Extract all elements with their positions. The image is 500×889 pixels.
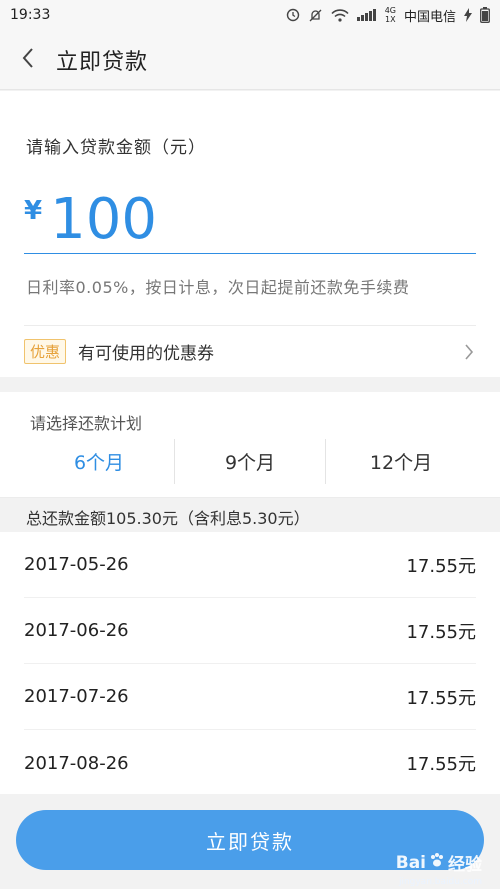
watermark-suffix: 经验: [448, 855, 482, 875]
tab-12-months[interactable]: 12个月: [325, 439, 476, 484]
loan-amount-input[interactable]: [50, 187, 451, 252]
amount-card: 请输入贷款金额（元） ¥ 日利率0.05%，按日计息，次日起提前还款免手续费 优…: [0, 91, 500, 377]
bottom-bar: 立即贷款 Bai 经验 jingyan.baidu.com: [0, 794, 500, 889]
wifi-icon: [331, 8, 349, 22]
schedule-amount: 17.55元: [406, 754, 476, 775]
back-button[interactable]: [0, 30, 56, 90]
status-icons: 4G 1X 中国电信: [286, 6, 490, 25]
mute-icon: [308, 8, 323, 23]
network-type-label: 4G 1X: [385, 6, 396, 24]
coupon-row[interactable]: 优惠 有可使用的优惠券: [24, 325, 476, 377]
schedule-amount: 17.55元: [406, 555, 476, 577]
network-type-bottom: 1X: [385, 15, 396, 24]
coupon-text: 有可使用的优惠券: [78, 344, 215, 364]
watermark-brand: Bai: [395, 852, 426, 873]
schedule-date: 2017-07-26: [24, 686, 129, 707]
chevron-left-icon: [21, 47, 35, 73]
tab-6-months[interactable]: 6个月: [24, 439, 174, 484]
schedule-date: 2017-05-26: [24, 554, 129, 575]
tab-9-months[interactable]: 9个月: [174, 439, 325, 484]
paw-icon: [429, 852, 445, 873]
amount-prompt: 请输入贷款金额（元）: [26, 138, 206, 158]
page-title: 立即贷款: [56, 49, 149, 75]
list-item: 2017-06-26 17.55元: [24, 598, 476, 664]
network-type-top: 4G: [384, 6, 396, 15]
watermark-url: jingyan.baidu.com: [398, 877, 482, 887]
schedule-amount: 17.55元: [406, 621, 476, 643]
plan-tabs: 6个月 9个月 12个月: [24, 439, 476, 484]
carrier-name: 中国电信: [403, 9, 456, 25]
baidu-watermark: Bai 经验: [395, 850, 482, 876]
battery-icon: [480, 7, 490, 23]
repayment-plan-card: 请选择还款计划 6个月 9个月 12个月: [0, 392, 500, 498]
interest-rate-text: 日利率0.05%，按日计息，次日起提前还款免手续费: [26, 278, 410, 297]
list-item: 2017-05-26 17.55元: [24, 532, 476, 598]
list-item: 2017-08-26 17.55元: [24, 730, 476, 796]
nav-bar: 立即贷款: [0, 30, 500, 90]
list-item: 2017-07-26 17.55元: [24, 664, 476, 730]
amount-input-row: ¥: [24, 186, 476, 254]
total-repayment-text: 总还款金额105.30元（含利息5.30元）: [26, 509, 310, 528]
signal-icon: [356, 9, 377, 21]
schedule-amount: 17.55元: [406, 687, 476, 709]
charging-icon: [464, 8, 472, 22]
status-time: 19:33: [10, 7, 51, 23]
currency-symbol: ¥: [24, 195, 43, 226]
plan-prompt: 请选择还款计划: [30, 414, 143, 433]
status-bar: 19:33 4G 1X 中国电信: [0, 0, 500, 30]
schedule-date: 2017-06-26: [24, 620, 129, 641]
repayment-schedule: 2017-05-26 17.55元 2017-06-26 17.55元 2017…: [0, 532, 500, 794]
chevron-right-icon: [464, 343, 474, 361]
schedule-date: 2017-08-26: [24, 752, 129, 774]
alarm-icon: [286, 8, 300, 22]
coupon-badge: 优惠: [24, 339, 67, 364]
